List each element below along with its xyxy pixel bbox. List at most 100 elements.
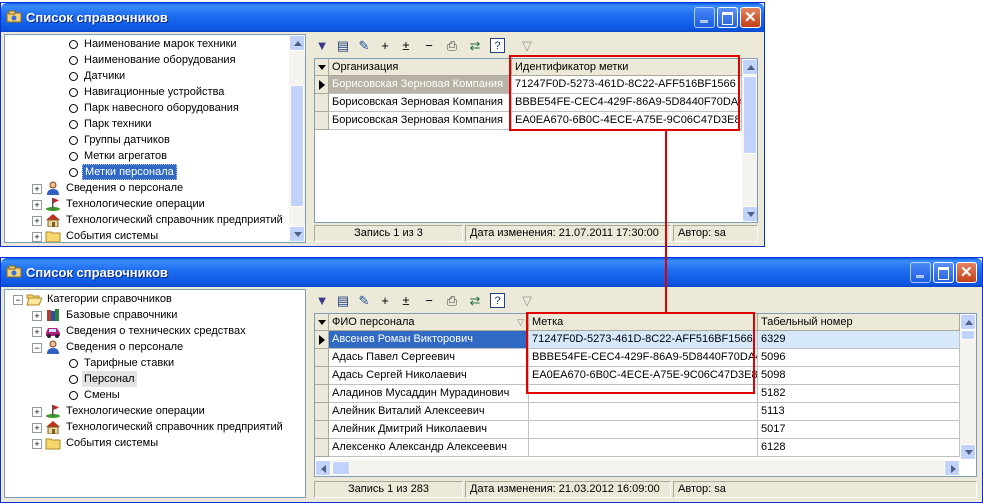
- tree-item[interactable]: Парк навесного оборудования: [5, 100, 285, 116]
- list-icon[interactable]: ▤: [335, 38, 351, 54]
- tree-item[interactable]: + Сведения о технических средствах: [5, 323, 285, 339]
- cell-fio[interactable]: Аладинов Мусаддин Мурадинович: [329, 385, 529, 403]
- row-indicator[interactable]: [315, 94, 329, 112]
- bottom-titlebar[interactable]: Список справочников ✕: [1, 258, 982, 287]
- tree-item[interactable]: Датчики: [5, 68, 285, 84]
- filter-icon[interactable]: ▼: [314, 38, 330, 54]
- cell-personnel-number[interactable]: 5098: [758, 367, 960, 385]
- scroll-thumb[interactable]: [743, 76, 757, 154]
- row-indicator[interactable]: [315, 385, 329, 403]
- scroll-up-button[interactable]: [960, 314, 976, 330]
- top-grid-scrollbar[interactable]: [742, 59, 757, 222]
- expand-icon[interactable]: +: [32, 439, 42, 449]
- minimize-button[interactable]: [910, 262, 931, 283]
- scroll-up-button[interactable]: [742, 59, 757, 75]
- expand-icon[interactable]: +: [32, 232, 42, 242]
- tree-item[interactable]: + События системы: [5, 228, 285, 242]
- tree-item[interactable]: Навигационные устройства: [5, 84, 285, 100]
- bottom-grid-hscrollbar[interactable]: [315, 460, 960, 476]
- list-icon[interactable]: ▤: [335, 293, 351, 309]
- tree-item[interactable]: + События системы: [5, 435, 285, 451]
- tree-item[interactable]: + Сведения о персонале: [5, 180, 285, 196]
- maximize-button[interactable]: [933, 262, 954, 283]
- tree-item[interactable]: + Технологический справочник предприятий: [5, 419, 285, 435]
- cell-fio[interactable]: Алейник Виталий Алексеевич: [329, 403, 529, 421]
- add-icon[interactable]: +: [377, 293, 393, 309]
- scroll-right-button[interactable]: [944, 460, 960, 476]
- tree-item[interactable]: Парк техники: [5, 116, 285, 132]
- tree-item[interactable]: − Сведения о персонале: [5, 339, 285, 355]
- edit-icon[interactable]: ✎: [356, 38, 372, 54]
- top-tree-scrollbar[interactable]: [289, 35, 305, 242]
- export-icon[interactable]: ⇄: [467, 293, 483, 309]
- close-button[interactable]: ✕: [956, 262, 977, 283]
- filter-icon[interactable]: ▼: [314, 293, 330, 309]
- help-icon[interactable]: ?: [490, 293, 505, 308]
- row-indicator[interactable]: [315, 367, 329, 385]
- export-icon[interactable]: ⇄: [467, 38, 483, 54]
- tree-item[interactable]: + Технологические операции: [5, 196, 285, 212]
- print-icon[interactable]: ⎙: [444, 293, 460, 309]
- cell-fio[interactable]: Адась Павел Сергеевич: [329, 349, 529, 367]
- scroll-down-button[interactable]: [742, 206, 757, 222]
- column-header-personnel-number[interactable]: Табельный номер: [758, 314, 960, 331]
- tree-item[interactable]: Персонал: [5, 371, 285, 387]
- cell-personnel-number[interactable]: 5113: [758, 403, 960, 421]
- tree-item[interactable]: + Технологические операции: [5, 403, 285, 419]
- tree-item[interactable]: Наименование оборудования: [5, 52, 285, 68]
- scroll-down-button[interactable]: [289, 226, 305, 242]
- cell-organization[interactable]: Борисовская Зерновая Компания: [329, 94, 512, 112]
- expand-icon[interactable]: +: [32, 407, 42, 417]
- expand-icon[interactable]: +: [32, 184, 42, 194]
- cell-tag[interactable]: [529, 421, 758, 439]
- collapse-icon[interactable]: −: [32, 343, 42, 353]
- scroll-left-button[interactable]: [315, 460, 331, 476]
- cell-organization[interactable]: Борисовская Зерновая Компания: [329, 112, 512, 130]
- tree-item[interactable]: Группы датчиков: [5, 132, 285, 148]
- hscroll-thumb[interactable]: [332, 461, 350, 475]
- column-header-fio[interactable]: ФИО персонала ▽: [329, 314, 529, 331]
- cell-organization[interactable]: Борисовская Зерновая Компания: [329, 76, 512, 94]
- tree-item[interactable]: Тарифные ставки: [5, 355, 285, 371]
- top-titlebar[interactable]: Список справочников ✕: [1, 3, 764, 32]
- tree-item[interactable]: + Технологический справочник предприятий: [5, 212, 285, 228]
- tree-item[interactable]: Наименование марок техники: [5, 36, 285, 52]
- expand-icon[interactable]: +: [32, 200, 42, 210]
- row-indicator[interactable]: [315, 421, 329, 439]
- tree-item[interactable]: Смены: [5, 387, 285, 403]
- bottom-grid-vscrollbar[interactable]: [960, 314, 976, 460]
- cell-personnel-number[interactable]: 5182: [758, 385, 960, 403]
- scroll-thumb[interactable]: [961, 330, 975, 340]
- clear-filter-icon[interactable]: ▽: [519, 38, 535, 54]
- expand-icon[interactable]: +: [32, 216, 42, 226]
- cell-fio[interactable]: Алейник Дмитрий Николаевич: [329, 421, 529, 439]
- expand-icon[interactable]: +: [32, 423, 42, 433]
- row-indicator[interactable]: [315, 331, 329, 349]
- column-header-organization[interactable]: Организация: [329, 59, 512, 76]
- cell-personnel-number[interactable]: 6329: [758, 331, 960, 349]
- row-indicator[interactable]: [315, 349, 329, 367]
- help-icon[interactable]: ?: [490, 38, 505, 53]
- delete-icon[interactable]: −: [421, 38, 437, 54]
- expand-icon[interactable]: +: [32, 311, 42, 321]
- tree-item[interactable]: Метки агрегатов: [5, 148, 285, 164]
- close-button[interactable]: ✕: [740, 7, 761, 28]
- scroll-up-button[interactable]: [289, 35, 305, 51]
- add-icon[interactable]: +: [377, 38, 393, 54]
- tree-item[interactable]: Метки персонала: [5, 164, 285, 180]
- row-indicator[interactable]: [315, 439, 329, 457]
- expand-icon[interactable]: +: [32, 327, 42, 337]
- scroll-thumb[interactable]: [290, 85, 304, 207]
- scroll-down-button[interactable]: [960, 444, 976, 460]
- row-indicator[interactable]: [315, 76, 329, 94]
- print-icon[interactable]: ⎙: [444, 38, 460, 54]
- clear-filter-icon[interactable]: ▽: [519, 293, 535, 309]
- cell-personnel-number[interactable]: 6128: [758, 439, 960, 457]
- edit-icon[interactable]: ✎: [356, 293, 372, 309]
- minimize-button[interactable]: [694, 7, 715, 28]
- cell-tag[interactable]: [529, 439, 758, 457]
- add-child-icon[interactable]: ±: [398, 38, 414, 54]
- cell-fio[interactable]: Адась Сергей Николаевич: [329, 367, 529, 385]
- cell-personnel-number[interactable]: 5096: [758, 349, 960, 367]
- row-indicator[interactable]: [315, 112, 329, 130]
